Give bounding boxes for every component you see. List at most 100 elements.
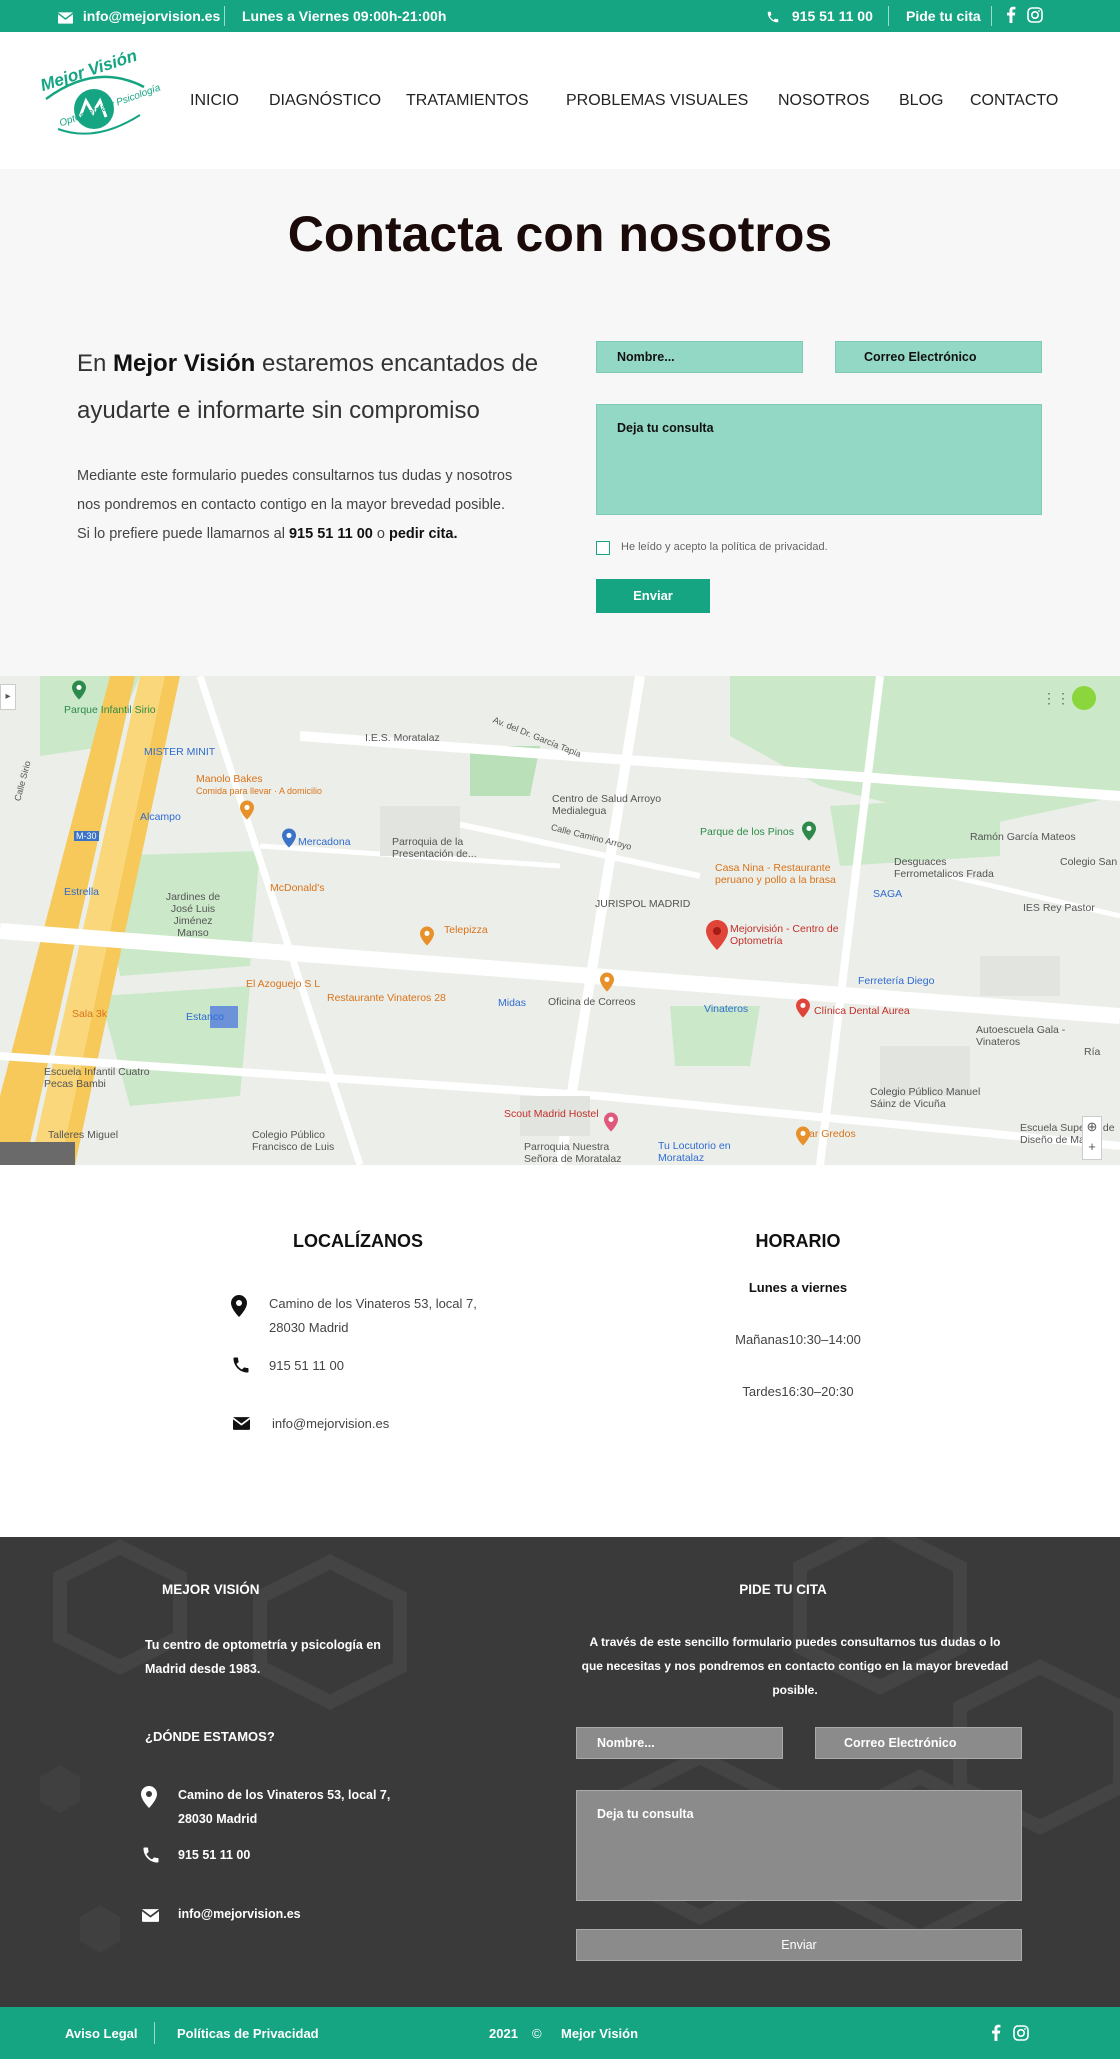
privacy-policy-link[interactable]: Políticas de Privacidad [177,2026,319,2041]
contact-name-input[interactable]: Nombre... [596,341,803,373]
site-footer: MEJOR VISIÓN Tu centro de optometría y p… [0,1537,1120,2007]
map-label: Midas [498,997,527,1009]
footer-cta-line1: A través de este sencillo formulario pue… [589,1635,1001,1649]
map-pin-icon[interactable] [600,972,614,992]
map-label: Mejorvisión - Centro de Optometría [730,923,839,947]
topbar-email: info@mejorvision.es [82,8,221,24]
instagram-icon[interactable] [1013,2025,1029,2044]
map-pin-icon[interactable] [604,1112,618,1132]
map-pin-icon[interactable] [796,998,810,1018]
footer-address-line1: Camino de los Vinateros 53, local 7, [178,1788,391,1802]
topbar-email-link[interactable]: info@mejorvision.es [57,8,221,24]
site-header: Mejor Visión Optometría y Psicología INI… [0,32,1120,169]
footer-phone[interactable]: 915 51 11 00 [178,1848,250,1862]
map-label: Oficina de Correos [548,996,636,1008]
footer-email[interactable]: info@mejorvision.es [178,1907,301,1921]
map-label: Alcampo [140,811,181,823]
map-pin-icon[interactable] [796,1126,810,1146]
hours-afternoon: Tardes16:30–20:30 [742,1384,854,1399]
map-pin-icon[interactable] [72,680,86,700]
map-pin-icon[interactable] [282,828,296,848]
nav-nosotros[interactable]: NOSOTROS [778,92,870,110]
facebook-icon[interactable] [991,2024,1001,2044]
map-pin-icon[interactable] [802,821,816,841]
contact-message-textarea[interactable]: Deja tu consulta [596,404,1042,515]
map-label: McDonald's [270,882,325,894]
avatar[interactable] [1072,686,1096,710]
logo[interactable]: Mejor Visión Optometría y Psicología [36,46,162,147]
map-label: Tu Locutorio en Moratalaz [658,1140,731,1164]
map-label: Vinateros [704,1003,749,1015]
nav-diagnostico[interactable]: DIAGNÓSTICO [269,92,381,110]
envelope-icon [233,1417,250,1430]
footer-tagline-line1: Tu centro de optometría y psicología en [145,1638,381,1652]
footer-submit-button[interactable]: Enviar [576,1929,1022,1961]
info-section: LOCALÍZANOS Camino de los Vinateros 53, … [0,1165,1120,1537]
map-label: Escuela Infantil Cuatro Pecas Bambi [44,1066,150,1090]
copyright-symbol: © [532,2026,542,2041]
map-label: Telepizza [444,924,488,936]
legal-link[interactable]: Aviso Legal [65,2026,137,2041]
footer-message-textarea[interactable]: Deja tu consulta [576,1790,1022,1901]
intro-brand: Mejor Visión [113,350,256,377]
facebook-icon[interactable] [1006,6,1016,23]
zoom-controls[interactable]: ⊕ + [1082,1116,1102,1160]
privacy-checkbox[interactable] [596,541,610,555]
footer-email-input[interactable]: Correo Electrónico [815,1727,1022,1759]
map-label: Comida para llevar · A domicilio [196,786,323,796]
nav-tratamientos[interactable]: TRATAMIENTOS [406,92,529,110]
hours-days: Lunes a viernes [748,1280,848,1295]
topbar-appointment-link[interactable]: Pide tu cita [906,8,981,24]
footer-cta-line2: que necesitas y nos pondremos en contact… [581,1659,1009,1673]
location-phone[interactable]: 915 51 11 00 [269,1354,344,1378]
desc-appointment-link[interactable]: pedir cita. [389,526,458,542]
nav-inicio[interactable]: INICIO [190,92,239,110]
location-address-line2: 28030 Madrid [269,1320,349,1335]
topbar-phone: 915 51 11 00 [791,8,873,24]
footer-address: Camino de los Vinateros 53, local 7, 280… [178,1783,390,1831]
location-address-line1: Camino de los Vinateros 53, local 7, [269,1296,477,1311]
footer-name-input[interactable]: Nombre... [576,1727,783,1759]
nav-problemas-visuales[interactable]: PROBLEMAS VISUALES [566,92,748,110]
map-sidebar-toggle[interactable]: ▸ [0,684,16,710]
footer-tagline-line2: Madrid desde 1983. [145,1662,261,1676]
topbar-hours: Lunes a Viernes 09:00h-21:00h [242,8,447,24]
map-label: El Azoguejo S L [246,978,321,990]
footer-cta-text: A través de este sencillo formulario pue… [560,1630,1030,1702]
map-label: MISTER MINIT [144,746,216,758]
location-address: Camino de los Vinateros 53, local 7, 280… [269,1292,477,1340]
footer-tagline: Tu centro de optometría y psicología en … [145,1633,381,1681]
footer-where-title: ¿DÓNDE ESTAMOS? [145,1729,275,1744]
copyright-year: 2021 [489,2026,518,2041]
phone-icon [143,1847,159,1863]
map-label: Colegio Público Manuel Sáinz de Vicuña [870,1086,981,1110]
map-road-badge: M-30 [74,831,99,841]
map-label: Ría [1084,1046,1101,1058]
topbar-divider [991,6,992,26]
topbar-divider [224,6,225,26]
map-pin-icon [231,1295,247,1317]
google-map[interactable]: Parque Infantil Sirio MISTER MINIT I.E.S… [0,676,1120,1165]
topbar-divider [888,6,889,26]
map-label: Escuela Superior de Diseño de Madrid [1020,1122,1115,1146]
contact-email-input[interactable]: Correo Electrónico [835,341,1042,373]
map-pin-icon[interactable] [706,920,728,950]
nav-contacto[interactable]: CONTACTO [970,92,1058,110]
privacy-label: He leído y acepto la política de privaci… [621,541,828,553]
contact-submit-button[interactable]: Enviar [596,579,710,613]
nav-blog[interactable]: BLOG [899,92,943,110]
map-label: Estrella [64,886,100,898]
map-label: Estanco [186,1011,224,1023]
topbar-phone-link[interactable]: 915 51 11 00 [766,8,873,24]
map-label: Bar Gredos [802,1128,856,1140]
location-email[interactable]: info@mejorvision.es [272,1412,389,1436]
instagram-icon[interactable] [1027,7,1043,23]
map-pin-icon[interactable] [420,926,434,946]
map-label: I.E.S. Moratalaz [365,732,440,744]
intro-pre: En [77,350,114,377]
map-pin-icon[interactable] [240,800,254,820]
map-label: IES Rey Pastor [1023,902,1095,914]
map-label: Parroquia de la Presentación de... [392,836,477,860]
map-label: Restaurante Vinateros 28 [327,992,446,1004]
footer-address-line2: 28030 Madrid [178,1812,258,1826]
